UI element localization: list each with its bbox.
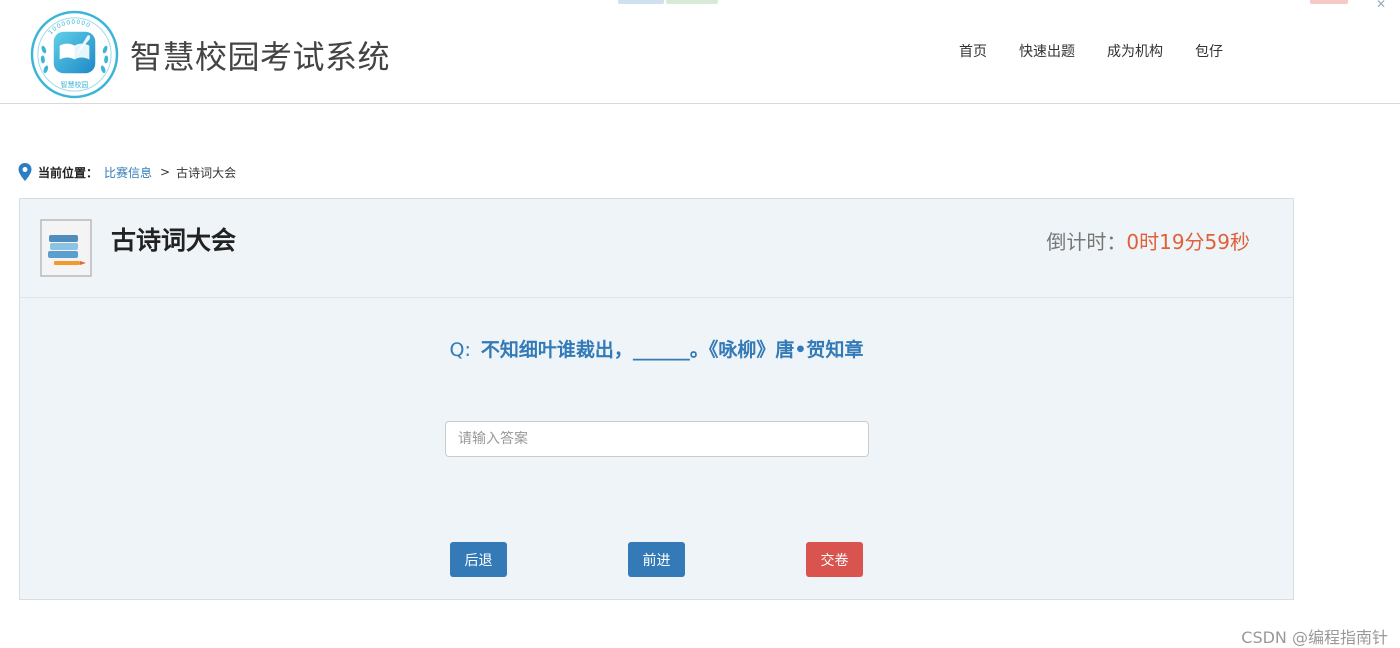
nav-item-home[interactable]: 首页	[959, 41, 987, 61]
site-title: 智慧校园考试系统	[130, 38, 391, 76]
question: Q: 不知细叶谁裁出，______。《咏柳》唐•贺知章	[20, 335, 1293, 362]
submit-button[interactable]: 交卷	[806, 542, 863, 577]
exam-panel: 古诗词大会 倒计时：0时19分59秒 Q: 不知细叶谁裁出，______。《咏柳》…	[19, 198, 1294, 600]
top-decoration	[666, 0, 718, 4]
breadcrumb-label: 当前位置：	[38, 165, 99, 180]
exam-panel-header: 古诗词大会 倒计时：0时19分59秒	[20, 199, 1293, 298]
nav-item-quick-question[interactable]: 快速出题	[1019, 41, 1075, 61]
countdown: 倒计时：0时19分59秒	[1046, 226, 1250, 255]
answer-input[interactable]	[445, 421, 869, 457]
location-pin-icon	[18, 163, 32, 181]
question-prefix: Q:	[449, 339, 471, 361]
logo-text: 智慧校园	[61, 80, 89, 89]
watermark: CSDN @编程指南针	[1241, 628, 1388, 647]
breadcrumb-current: 古诗词大会	[176, 165, 237, 180]
next-button[interactable]: 前进	[628, 542, 685, 577]
question-text: 不知细叶谁裁出，______。《咏柳》唐•贺知章	[480, 339, 864, 361]
nav-item-become-institution[interactable]: 成为机构	[1107, 41, 1163, 61]
breadcrumb-link-competition-info[interactable]: 比赛信息	[104, 164, 152, 181]
main-nav: 首页 快速出题 成为机构 包仔	[959, 41, 1255, 61]
back-button[interactable]: 后退	[450, 542, 507, 577]
book-stack-icon	[40, 219, 92, 277]
site-logo[interactable]: 100000000 智慧校园	[30, 10, 119, 99]
ad-close-icon[interactable]: ✕	[1376, 0, 1386, 11]
countdown-label: 倒计时：	[1046, 230, 1127, 254]
top-decoration	[618, 0, 664, 4]
top-decoration	[1310, 0, 1348, 4]
countdown-value: 0时19分59秒	[1126, 230, 1250, 254]
site-header: ✕ 100000000 智慧校园 智慧校园考试系统 首页 快速出题 成为机构 包…	[0, 0, 1400, 104]
nav-item-user[interactable]: 包仔	[1195, 41, 1223, 61]
breadcrumb: 当前位置： 比赛信息 > 古诗词大会	[18, 163, 236, 181]
exam-title: 古诗词大会	[111, 226, 237, 255]
breadcrumb-separator: >	[160, 165, 171, 179]
